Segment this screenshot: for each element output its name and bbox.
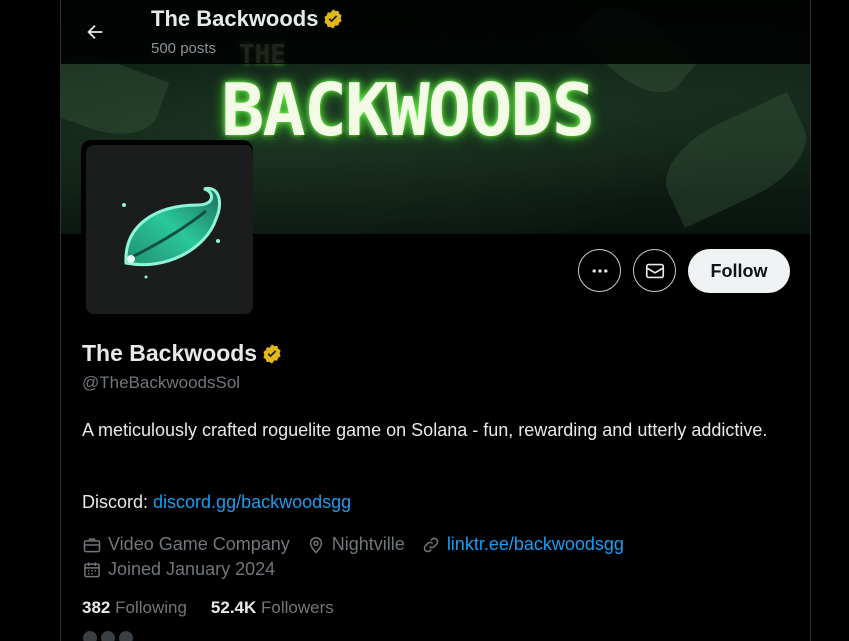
location-pin-icon: [309, 536, 322, 554]
website-item: linktr.ee/backwoodsgg: [421, 534, 624, 555]
calendar-icon: [84, 562, 100, 577]
user-handle: @TheBackwoodsSol: [82, 373, 241, 392]
profile-header: The Backwoods 500 posts: [61, 0, 810, 64]
avatar: [100, 630, 116, 641]
following-count: 382: [82, 598, 111, 617]
discord-line: Discord: discord.gg/backwoodsgg: [82, 492, 351, 513]
category-item: Video Game Company: [82, 534, 290, 555]
followers-count: 52.4K: [210, 598, 257, 617]
following-label: Following: [115, 598, 187, 617]
avatar: [118, 630, 134, 641]
category-text: Video Game Company: [108, 534, 290, 554]
display-name: The Backwoods: [82, 340, 283, 367]
joined-item: Joined January 2024: [82, 559, 275, 580]
more-button[interactable]: [578, 249, 621, 292]
leaf-logo-icon: [122, 186, 221, 279]
bio-text: A meticulously crafted roguelite game on…: [82, 420, 768, 440]
joined-row: Joined January 2024: [82, 559, 291, 580]
location-item: Nightville: [306, 534, 405, 555]
discord-label: Discord:: [82, 492, 149, 512]
banner-title: BACKWOODS: [221, 68, 595, 152]
joined-text: Joined January 2024: [108, 559, 276, 579]
follow-button[interactable]: Follow: [688, 249, 790, 293]
website-link[interactable]: linktr.ee/backwoodsgg: [447, 534, 624, 555]
header-name-text: The Backwoods: [151, 6, 319, 31]
header-title: The Backwoods: [151, 6, 344, 32]
back-button[interactable]: [75, 12, 115, 52]
profile-meta-row: Video Game Company Nightville linktr.ee/…: [82, 534, 640, 555]
avatar[interactable]: [81, 140, 253, 318]
profile-page: THE BACKWOODS The Backwoods 500 posts: [60, 0, 811, 641]
post-count: 500 posts: [151, 40, 217, 57]
verified-badge-icon[interactable]: [261, 343, 283, 365]
more-dots-icon: [592, 268, 607, 273]
link-icon: [423, 537, 439, 552]
arrow-left-icon: [87, 24, 103, 40]
message-button[interactable]: [633, 249, 676, 292]
follow-stats: 382 Following 52.4K Followers: [82, 598, 334, 618]
briefcase-icon: [83, 537, 101, 552]
followers-label: Followers: [261, 598, 334, 617]
followers-stat[interactable]: 52.4K Followers: [211, 598, 334, 618]
following-stat[interactable]: 382 Following: [82, 598, 187, 618]
discord-link[interactable]: discord.gg/backwoodsgg: [153, 492, 351, 512]
envelope-icon: [645, 263, 664, 278]
avatar-image: [86, 145, 253, 314]
verified-badge-icon[interactable]: [322, 8, 344, 30]
display-name-text: The Backwoods: [82, 340, 258, 366]
avatar: [82, 630, 98, 641]
followed-by-row[interactable]: [82, 630, 482, 641]
location-text: Nightville: [331, 534, 405, 554]
